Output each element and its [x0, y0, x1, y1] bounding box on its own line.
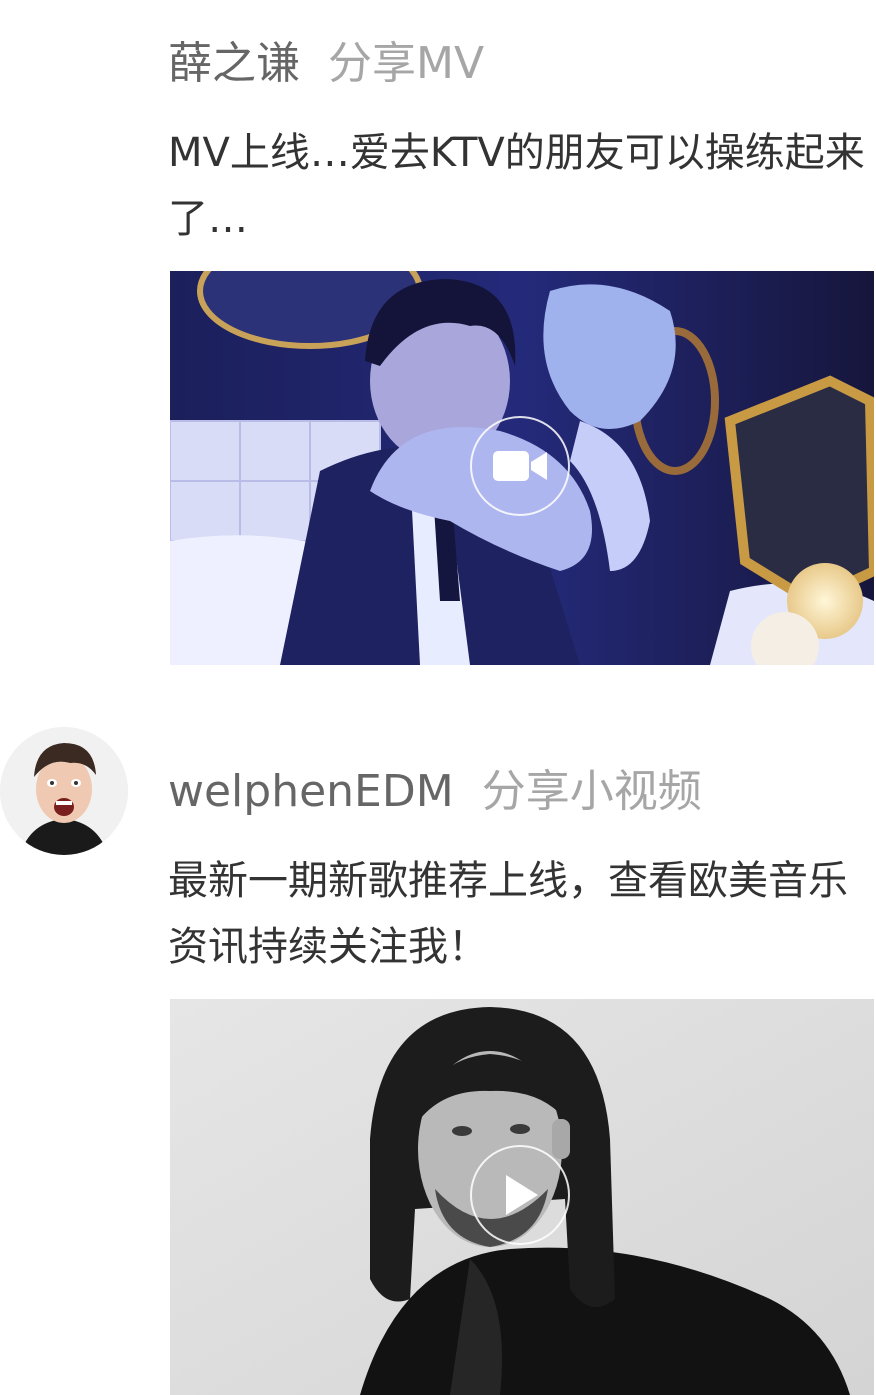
video-camera-button[interactable]	[470, 416, 570, 516]
author-name[interactable]: welphenEDM	[168, 766, 454, 817]
post-text: 最新一期新歌推荐上线，查看欧美音乐资讯持续关注我！	[168, 858, 848, 970]
post-header: 薛之谦 分享MV	[168, 34, 484, 94]
post-text: MV上线…爱去KTV的朋友可以操练起来了…	[168, 130, 865, 242]
play-button[interactable]	[470, 1145, 570, 1245]
feed-post: 薛之谦 分享MV MV上线…爱去KTV的朋友可以操练起来了…	[0, 0, 876, 700]
mv-thumbnail[interactable]	[170, 271, 874, 665]
video-thumbnail[interactable]	[170, 999, 874, 1395]
author-name[interactable]: 薛之谦	[168, 38, 300, 89]
avatar-image	[0, 727, 128, 855]
share-type-label: 分享小视频	[481, 766, 702, 817]
play-icon	[506, 1175, 538, 1215]
video-camera-icon	[493, 451, 547, 481]
share-type-label: 分享MV	[328, 38, 485, 89]
feed-post: welphenEDM 分享小视频 最新一期新歌推荐上线，查看欧美音乐资讯持续关注我…	[0, 700, 876, 1395]
avatar[interactable]	[0, 727, 128, 855]
post-header: welphenEDM 分享小视频	[168, 762, 702, 822]
